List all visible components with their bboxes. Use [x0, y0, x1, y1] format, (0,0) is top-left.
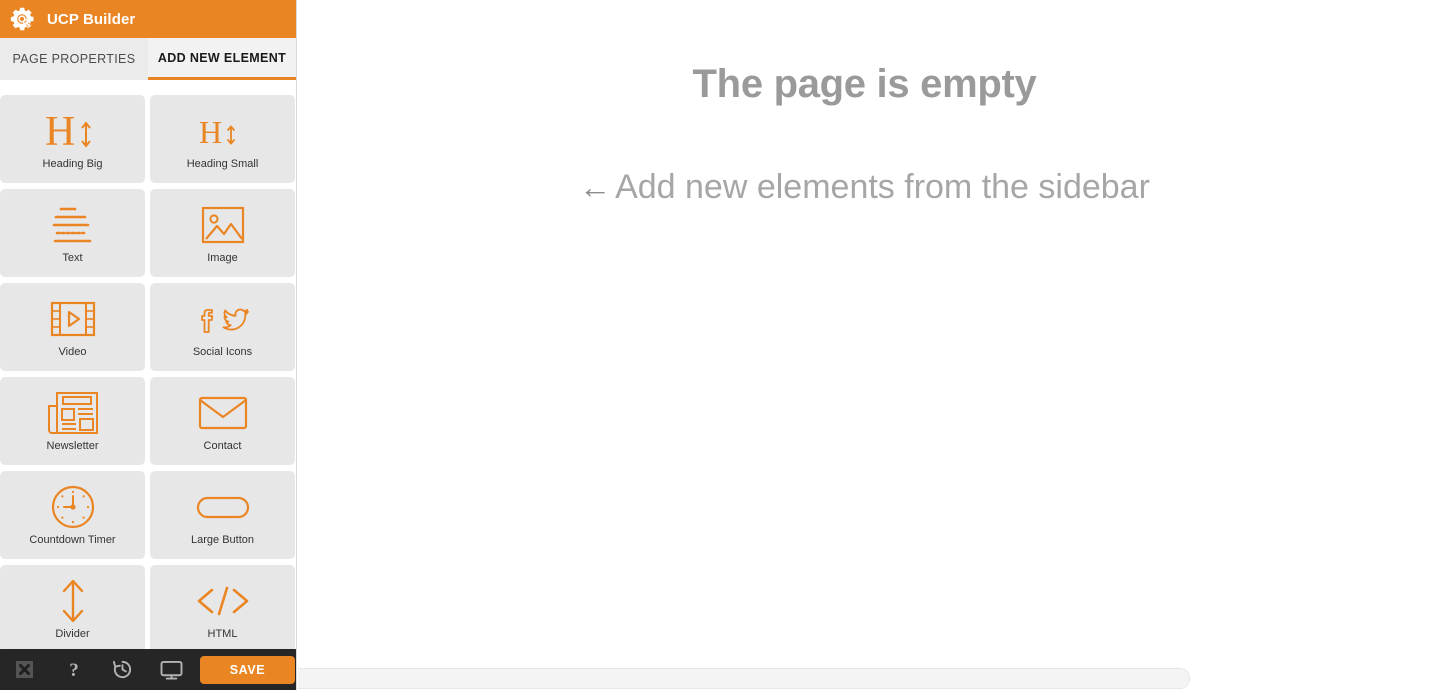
element-tile-label: Video: [58, 346, 87, 358]
pill-button-icon: [195, 484, 251, 530]
element-tile-label: Contact: [203, 440, 242, 452]
up-down-arrow-icon: [55, 578, 91, 624]
element-tile-label: Text: [62, 252, 83, 264]
element-tile-label: Heading Small: [186, 158, 259, 170]
monitor-icon: [160, 660, 183, 680]
element-tile-text[interactable]: Text: [0, 189, 145, 277]
history-clock-icon: [112, 659, 133, 680]
element-tile-heading-big[interactable]: H Heading Big: [0, 95, 145, 183]
heading-big-icon: H: [43, 108, 103, 154]
page-canvas[interactable]: The page is empty ← Add new elements from…: [298, 0, 1431, 690]
element-tile-countdown-timer[interactable]: Countdown Timer: [0, 471, 145, 559]
element-list: H Heading Big H Heading Small Text Image…: [0, 80, 296, 690]
heading-small-icon: H: [195, 108, 251, 154]
element-row: Video Social Icons: [0, 283, 296, 371]
element-tile-image[interactable]: Image: [150, 189, 295, 277]
element-tile-label: Heading Big: [42, 158, 103, 170]
element-tile-label: Large Button: [191, 534, 254, 546]
close-button[interactable]: [0, 649, 49, 690]
element-row: H Heading Big H Heading Small: [0, 95, 296, 183]
clock-icon: [50, 484, 96, 530]
element-tile-heading-small[interactable]: H Heading Small: [150, 95, 295, 183]
element-tile-label: HTML: [207, 628, 238, 640]
app-header: UCP Builder: [0, 0, 296, 38]
app-title: UCP Builder: [47, 10, 136, 28]
newspaper-icon: [46, 390, 100, 436]
tab-add-new-element[interactable]: ADD NEW ELEMENT: [148, 38, 296, 80]
element-tile-label: Social Icons: [192, 346, 253, 358]
element-row: Countdown Timer Large Button: [0, 471, 296, 559]
element-row: Newsletter Contact: [0, 377, 296, 465]
element-tile-label: Countdown Timer: [29, 534, 116, 546]
svg-text:?: ?: [69, 660, 79, 680]
element-tile-large-button[interactable]: Large Button: [150, 471, 295, 559]
element-tile-contact[interactable]: Contact: [150, 377, 295, 465]
bottom-toolbar: ? SAVE: [0, 649, 296, 690]
save-button[interactable]: SAVE: [200, 655, 295, 684]
envelope-icon: [197, 390, 249, 436]
question-mark-icon: ?: [64, 660, 84, 680]
video-film-icon: [49, 296, 97, 342]
element-tile-label: Image: [207, 252, 238, 264]
empty-page-title: The page is empty: [692, 62, 1037, 106]
history-button[interactable]: [98, 649, 147, 690]
empty-page-hint: ← Add new elements from the sidebar: [298, 168, 1431, 207]
tab-bar: PAGE PROPERTIES ADD NEW ELEMENT: [0, 38, 296, 80]
element-row: Text Image: [0, 189, 296, 277]
text-lines-icon: [50, 202, 96, 248]
element-tile-newsletter[interactable]: Newsletter: [0, 377, 145, 465]
image-icon: [200, 202, 246, 248]
tab-page-properties[interactable]: PAGE PROPERTIES: [0, 38, 148, 80]
element-tile-social-icons[interactable]: Social Icons: [150, 283, 295, 371]
empty-page-hint-text: Add new elements from the sidebar: [615, 168, 1150, 206]
element-tile-label: Divider: [55, 628, 90, 640]
element-tile-video[interactable]: Video: [0, 283, 145, 371]
element-tile-label: Newsletter: [46, 440, 99, 452]
social-icons-icon: [194, 296, 252, 342]
gear-wrench-icon: [9, 6, 35, 32]
canvas-footer-strip: [298, 668, 1190, 689]
help-button[interactable]: ?: [49, 649, 98, 690]
element-tile-divider[interactable]: Divider: [0, 565, 145, 653]
element-tile-html[interactable]: HTML: [150, 565, 295, 653]
arrow-left-icon: ←: [579, 169, 612, 205]
code-brackets-icon: [195, 578, 251, 624]
svg-text:H: H: [45, 109, 75, 153]
sidebar: UCP Builder PAGE PROPERTIES ADD NEW ELEM…: [0, 0, 297, 690]
close-box-icon: [15, 660, 34, 679]
preview-button[interactable]: [147, 649, 196, 690]
element-row: Divider HTML: [0, 565, 296, 653]
svg-text:H: H: [199, 114, 222, 150]
